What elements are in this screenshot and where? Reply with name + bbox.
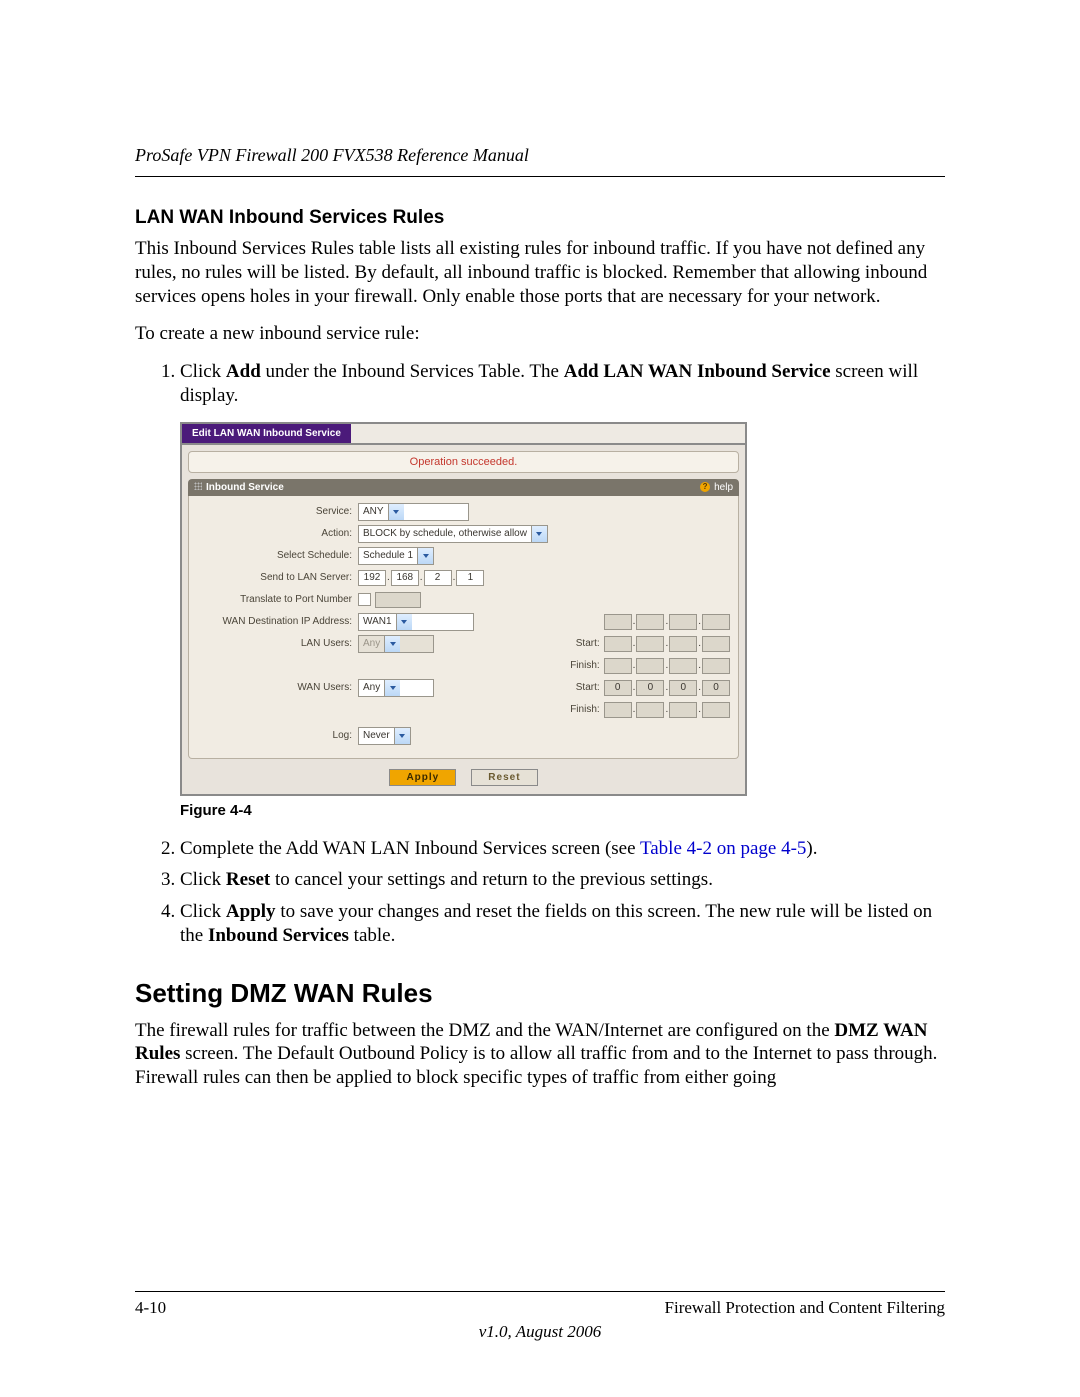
lead-in-paragraph: To create a new inbound service rule:	[135, 322, 945, 346]
translate-port-input[interactable]	[375, 592, 421, 608]
chevron-down-icon	[388, 504, 404, 520]
tab-edit-inbound[interactable]: Edit LAN WAN Inbound Service	[182, 424, 351, 443]
label-schedule: Select Schedule:	[197, 550, 358, 561]
step-4: Click Apply to save your changes and res…	[180, 900, 945, 948]
lan-ip-input[interactable]: 192. 168. 2. 1	[358, 570, 484, 586]
label-finish: Finish:	[560, 660, 604, 671]
schedule-select[interactable]: Schedule 1	[358, 547, 434, 565]
step-3: Click Reset to cancel your settings and …	[180, 868, 945, 892]
button-row: Apply Reset	[182, 767, 745, 794]
grip-icon	[194, 482, 202, 490]
label-log: Log:	[197, 730, 358, 741]
chevron-down-icon	[396, 614, 412, 630]
wan-dest-select[interactable]: WAN1	[358, 613, 474, 631]
service-select[interactable]: ANY	[358, 503, 469, 521]
section-heading-lan-wan: LAN WAN Inbound Services Rules	[135, 207, 945, 229]
step-1: Click Add under the Inbound Services Tab…	[180, 360, 945, 408]
lan-users-select: Any	[358, 635, 434, 653]
label-finish: Finish:	[560, 704, 604, 715]
step-2: Complete the Add WAN LAN Inbound Service…	[180, 837, 945, 861]
form-panel: Service: ANY Action: BLOCK by schedule, …	[188, 496, 739, 759]
chevron-down-icon	[394, 728, 410, 744]
label-start: Start:	[560, 682, 604, 693]
version-line: v1.0, August 2006	[135, 1322, 945, 1342]
chevron-down-icon	[531, 526, 547, 542]
intro-paragraph: This Inbound Services Rules table lists …	[135, 237, 945, 308]
help-icon: ?	[700, 482, 710, 492]
label-wan-users: WAN Users:	[197, 682, 358, 693]
label-start: Start:	[560, 638, 604, 649]
wan-dest-ip-input[interactable]: . . .	[604, 614, 730, 630]
log-select[interactable]: Never	[358, 727, 411, 745]
label-lan-users: LAN Users:	[197, 638, 358, 649]
chevron-down-icon	[417, 548, 433, 564]
dmz-paragraph: The firewall rules for traffic between t…	[135, 1019, 945, 1090]
running-header: ProSafe VPN Firewall 200 FVX538 Referenc…	[135, 145, 945, 177]
panel-header: Inbound Service ? help	[188, 479, 739, 496]
page-footer: 4-10 Firewall Protection and Content Fil…	[135, 1291, 945, 1342]
figure-caption: Figure 4-4	[180, 802, 945, 819]
label-wan-dest: WAN Destination IP Address:	[197, 616, 358, 627]
inbound-service-screenshot: Edit LAN WAN Inbound Service Operation s…	[180, 422, 747, 796]
tab-strip: Edit LAN WAN Inbound Service	[182, 424, 745, 445]
wan-finish-ip-input[interactable]: . . .	[604, 702, 730, 718]
xref-link[interactable]: Table 4-2 on page 4-5	[640, 838, 806, 859]
apply-button[interactable]: Apply	[389, 769, 456, 786]
action-select[interactable]: BLOCK by schedule, otherwise allow	[358, 525, 548, 543]
translate-checkbox[interactable]	[358, 593, 371, 606]
wan-users-select[interactable]: Any	[358, 679, 434, 697]
label-service: Service:	[197, 506, 358, 517]
status-message: Operation succeeded.	[188, 451, 739, 473]
label-translate: Translate to Port Number	[197, 594, 358, 605]
label-action: Action:	[197, 528, 358, 539]
reset-button[interactable]: Reset	[471, 769, 537, 786]
help-link[interactable]: ? help	[700, 482, 733, 493]
chevron-down-icon	[384, 636, 400, 652]
lan-finish-ip-input: . . .	[604, 658, 730, 674]
lan-start-ip-input: . . .	[604, 636, 730, 652]
page-number: 4-10	[135, 1298, 166, 1318]
label-send-lan: Send to LAN Server:	[197, 572, 358, 583]
section-heading-dmz: Setting DMZ WAN Rules	[135, 978, 945, 1009]
chapter-title: Firewall Protection and Content Filterin…	[665, 1298, 945, 1318]
wan-start-ip-input[interactable]: 0. 0. 0. 0	[604, 680, 730, 696]
chevron-down-icon	[384, 680, 400, 696]
